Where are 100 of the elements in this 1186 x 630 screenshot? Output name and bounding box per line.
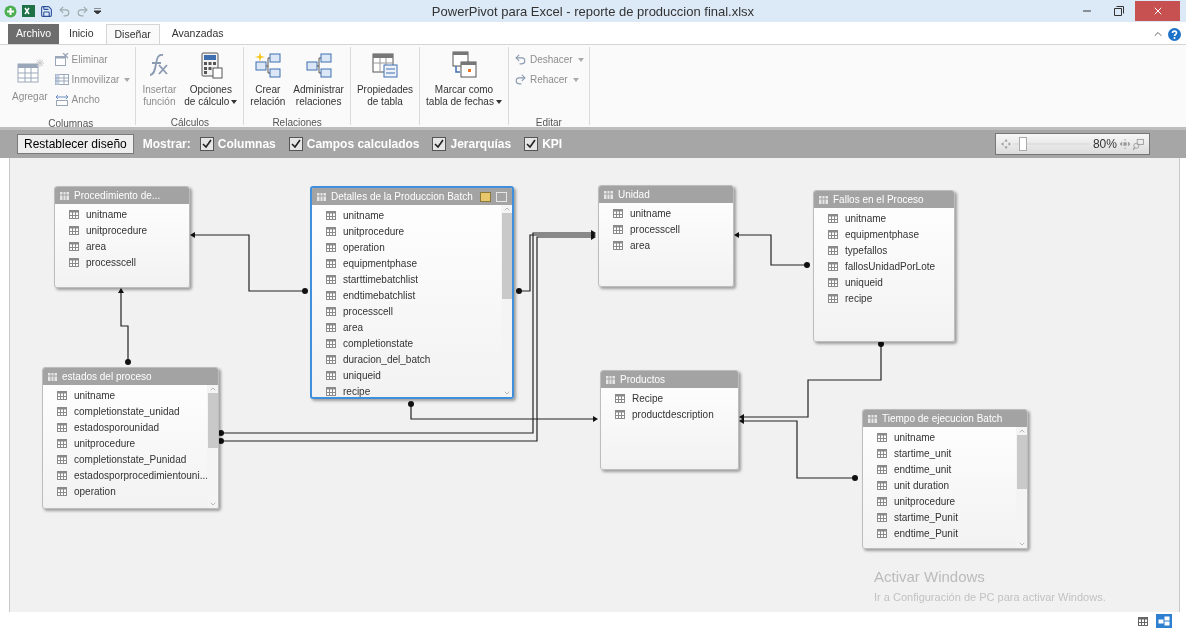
field-row[interactable]: estadosporprocedimientouni... (43, 467, 207, 483)
field-row[interactable]: unitname (43, 387, 207, 403)
field-row[interactable]: estadosporounidad (43, 419, 207, 435)
column-icon (615, 393, 625, 403)
field-row[interactable]: endtimebatchlist (312, 287, 501, 303)
scroll-up-icon[interactable] (1017, 427, 1026, 435)
field-row[interactable]: completionstate_Punidad (43, 451, 207, 467)
ribbon-tab[interactable]: Archivo (8, 24, 59, 44)
column-icon (69, 225, 79, 235)
scrollbar[interactable] (207, 385, 218, 508)
diagram-view-button[interactable] (1156, 614, 1172, 628)
column-icon (326, 354, 336, 364)
field-row[interactable]: completionstate (312, 335, 501, 351)
ribbon-button[interactable]: Opciones de cálculo (181, 50, 241, 108)
save-icon[interactable] (40, 4, 53, 18)
field-row[interactable]: processcell (599, 221, 733, 237)
window-title: PowerPivot para Excel - reporte de produccion final.xlsx (431, 4, 755, 19)
scroll-up-icon[interactable] (208, 385, 217, 393)
field-row[interactable]: unitname (55, 206, 189, 222)
ribbon-button[interactable]: Administrar relaciones (290, 50, 347, 108)
scrollbar[interactable] (1016, 427, 1027, 548)
field-row[interactable]: unitprocedure (43, 435, 207, 451)
pan-icon[interactable] (1001, 138, 1012, 150)
checkbox[interactable] (432, 137, 447, 151)
field-row[interactable]: startime_unit (863, 445, 1016, 461)
field-row[interactable]: unitprocedure (312, 223, 501, 239)
ribbon-button[interactable]: Marcar como tabla de fechas (423, 50, 505, 108)
zoom-icon[interactable] (1133, 137, 1144, 151)
field-row[interactable]: duracion_del_batch (312, 351, 501, 367)
restore-icon[interactable] (1114, 6, 1124, 16)
group-label: Editar (535, 117, 562, 128)
field-row[interactable]: unitname (863, 429, 1016, 445)
ribbon-button[interactable]: Propiedades de tabla (353, 50, 417, 108)
field-row[interactable]: processcell (312, 303, 501, 319)
field-row[interactable]: endtime_Punit (863, 525, 1016, 541)
group-label: Relaciones (272, 117, 322, 128)
field-row[interactable]: operation (43, 483, 207, 499)
column-icon (69, 257, 79, 267)
table-card[interactable]: Unidad unitname processcell area (598, 185, 734, 287)
scroll-down-icon[interactable] (208, 500, 217, 508)
column-icon (326, 274, 336, 284)
field-row[interactable]: starttimebatchlist (312, 271, 501, 287)
ribbon-tab[interactable]: Avanzadas (163, 24, 232, 44)
field-row[interactable]: productdescription (601, 406, 738, 422)
field-row[interactable]: recipe (312, 383, 501, 397)
app-icon[interactable] (4, 4, 17, 18)
ribbon-tab[interactable]: Diseñar (105, 24, 160, 44)
customize-icon[interactable] (94, 8, 101, 14)
field-row[interactable]: equipmentphase (312, 255, 501, 271)
table-card[interactable]: Productos Recipe productdescription (600, 370, 739, 470)
field-row[interactable]: typefallos (814, 242, 954, 258)
ribbon-tab[interactable]: Inicio (61, 24, 102, 44)
field-row[interactable]: recipe (814, 290, 954, 306)
relationships-icon (303, 50, 334, 80)
field-row[interactable]: area (312, 319, 501, 335)
field-row[interactable]: unitname (814, 210, 954, 226)
field-row[interactable]: fallosUnidadPorLote (814, 258, 954, 274)
field-row[interactable]: uniqueid (312, 367, 501, 383)
field-row[interactable]: area (599, 237, 733, 253)
redo-icon[interactable] (76, 4, 89, 18)
scroll-down-icon[interactable] (502, 389, 511, 397)
scroll-up-icon[interactable] (502, 205, 511, 213)
table-card[interactable]: Procedimiento de... unitname unitprocedure area processcell (54, 186, 190, 288)
table-card[interactable]: Tiempo de ejecucion Batch unitname startime_unit endtime_unit unit duration unitprocedure startime_Punit endtime_Punit (862, 409, 1028, 549)
field-row[interactable]: completionstate_unidad (43, 403, 207, 419)
field-row[interactable]: endtime_unit (863, 461, 1016, 477)
column-width-icon (54, 93, 69, 106)
scrollbar[interactable] (501, 205, 512, 397)
field-row[interactable]: unit duration (863, 477, 1016, 493)
checkbox[interactable] (199, 137, 214, 151)
zoom-slider[interactable] (1014, 137, 1090, 151)
ribbon-button[interactable]: Crear relación (247, 50, 289, 108)
table-header-icon[interactable] (480, 191, 491, 202)
column-icon (877, 448, 887, 458)
field-row[interactable]: equipmentphase (814, 226, 954, 242)
maximize-icon[interactable] (496, 191, 507, 202)
scroll-down-icon[interactable] (1017, 540, 1026, 548)
field-row[interactable]: operation (312, 239, 501, 255)
field-row[interactable]: startime_Punit (863, 509, 1016, 525)
field-row[interactable]: area (55, 238, 189, 254)
field-row[interactable]: unitprocedure (863, 493, 1016, 509)
field-row[interactable]: unitname (312, 207, 501, 223)
table-card[interactable]: Detalles de la Produccion Batch unitname unitprocedure operation equipmentphase starttimebatchlist endtimebatchlist processcell area completionstate duracion_del_batch uniqueid recipe (310, 186, 514, 399)
field-row[interactable]: processcell (55, 254, 189, 270)
field-row[interactable]: uniqueid (814, 274, 954, 290)
help-icon[interactable] (1168, 28, 1181, 41)
zoom-slider-thumb[interactable] (1019, 137, 1027, 151)
checkbox[interactable] (524, 137, 539, 151)
checkbox[interactable] (288, 137, 303, 151)
field-row[interactable]: unitprocedure (55, 222, 189, 238)
table-card[interactable]: Fallos en el Proceso unitname equipmentphase typefallos fallosUnidadPorLote uniqueid recipe (813, 190, 955, 342)
undo-icon[interactable] (58, 4, 71, 18)
data-view-button[interactable] (1135, 614, 1151, 628)
caret-icon (577, 57, 584, 62)
field-row[interactable]: unitname (599, 205, 733, 221)
spreadsheet-icon[interactable] (22, 5, 35, 17)
fit-icon[interactable] (1119, 138, 1131, 150)
table-card[interactable]: estados del proceso unitname completionstate_unidad estadosporounidad unitprocedure completionstate_Punidad estadosporprocedimientouni... operation (42, 367, 219, 509)
reset-layout-button[interactable]: Restablecer diseño (17, 134, 134, 154)
field-row[interactable]: Recipe (601, 390, 738, 406)
